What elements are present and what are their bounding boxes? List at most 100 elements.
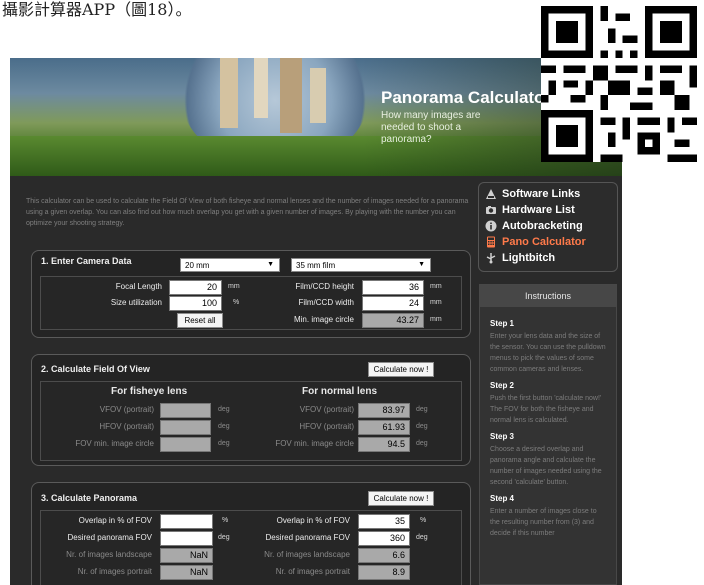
film-width-input[interactable]: 24 (362, 296, 424, 311)
software-icon (486, 189, 496, 199)
panorama-panel: 3. Calculate Panorama Calculate now ! Ov… (31, 482, 471, 585)
info-icon (485, 220, 497, 232)
fisheye-vfov-label: VFOV (portrait) (99, 405, 154, 414)
nav-item-label: Hardware List (502, 204, 575, 216)
fisheye-header: For fisheye lens (111, 386, 188, 397)
banner-building (254, 58, 268, 118)
right-portrait-label: Nr. of images portrait (275, 567, 350, 576)
left-pano-fov-input[interactable] (160, 531, 213, 546)
film-height-label: Film/CCD height (295, 282, 354, 291)
normal-hfov-output: 61.93 (358, 420, 410, 435)
right-overlap-label: Overlap in % of FOV (276, 516, 350, 525)
right-pano-fov-label: Desired panorama FOV (265, 533, 350, 542)
lens-select[interactable]: 20 mm ▼ (180, 258, 280, 272)
nav-item-software-links[interactable]: Software Links (485, 186, 611, 202)
film-select[interactable]: 35 mm film ▼ (291, 258, 431, 272)
right-pano-fov-input[interactable]: 360 (358, 531, 410, 546)
section-title: 1. Enter Camera Data (41, 256, 132, 266)
nav-item-label: Lightbitch (502, 252, 556, 264)
instructions-header: Instructions (480, 285, 616, 307)
normal-circle-output: 94.5 (358, 437, 410, 452)
side-nav: Software Links Hardware List Autobracket… (478, 182, 618, 272)
film-height-input[interactable]: 36 (362, 280, 424, 295)
film-width-label: Film/CCD width (298, 298, 354, 307)
normal-vfov-output: 83.97 (358, 403, 410, 418)
normal-circle-label: FOV min. image circle (275, 439, 354, 448)
step-title: Step 3 (490, 432, 515, 441)
left-landscape-label: Nr. of images landscape (66, 550, 152, 559)
focal-length-input[interactable]: 20 (169, 280, 222, 295)
fisheye-hfov-label: HFOV (portrait) (99, 422, 154, 431)
normal-vfov-label: VFOV (portrait) (299, 405, 354, 414)
banner-subtitle: How many images are needed to shoot a pa… (381, 110, 481, 145)
nav-item-pano-calculator[interactable]: Pano Calculator (485, 234, 611, 250)
nav-item-autobracketing[interactable]: Autobracketing (485, 218, 611, 234)
right-overlap-unit: % (420, 517, 427, 524)
fisheye-circle-output (160, 437, 211, 452)
fisheye-hfov-output (160, 420, 211, 435)
film-width-unit: mm (430, 299, 442, 306)
size-utilization-input[interactable]: 100 (169, 296, 222, 311)
field-of-view-panel: 2. Calculate Field Of View Calculate now… (31, 354, 471, 466)
step-title: Step 2 (490, 381, 515, 390)
nav-item-label: Software Links (502, 188, 581, 200)
focal-length-unit: mm (228, 283, 240, 290)
section-title: 2. Calculate Field Of View (41, 364, 150, 374)
left-pano-fov-label: Desired panorama FOV (67, 533, 152, 542)
normal-vfov-unit: deg (416, 406, 428, 413)
min-circle-label: Min. image circle (293, 315, 354, 324)
reset-all-button[interactable]: Reset all (177, 313, 223, 328)
calculator-page: Panorama Calculator How many images are … (10, 58, 622, 585)
min-circle-output: 43.27 (362, 313, 424, 328)
qr-code-image (541, 6, 697, 162)
fisheye-circle-unit: deg (218, 440, 230, 447)
film-select-value: 35 mm film (296, 261, 336, 270)
step-text: Choose a desired overlap and panorama an… (490, 446, 602, 486)
right-landscape-output: 6.6 (358, 548, 410, 563)
left-pano-fov-unit: deg (218, 534, 230, 541)
step-title: Step 1 (490, 319, 515, 328)
normal-hfov-label: HFOV (portrait) (299, 422, 354, 431)
nav-item-lightbitch[interactable]: Lightbitch (485, 250, 611, 266)
calculate-fov-button[interactable]: Calculate now ! (368, 362, 434, 377)
step-text: Enter a number of images close to the re… (490, 508, 597, 537)
left-portrait-output: NaN (160, 565, 213, 580)
step-text: Push the first button 'calculate now!' T… (490, 395, 602, 424)
lens-select-value: 20 mm (185, 261, 210, 270)
banner: Panorama Calculator How many images are … (10, 58, 622, 176)
size-utilization-unit: % (233, 299, 240, 306)
right-portrait-output: 8.9 (358, 565, 410, 580)
nav-item-hardware-list[interactable]: Hardware List (485, 202, 611, 218)
right-landscape-label: Nr. of images landscape (264, 550, 350, 559)
fisheye-hfov-unit: deg (218, 423, 230, 430)
film-height-unit: mm (430, 283, 442, 290)
fisheye-circle-label: FOV min. image circle (75, 439, 154, 448)
min-circle-unit: mm (430, 316, 442, 323)
chevron-down-icon: ▼ (267, 261, 274, 268)
light-icon (486, 253, 496, 264)
focal-length-label: Focal Length (115, 282, 162, 291)
banner-title: Panorama Calculator (381, 88, 552, 107)
banner-building (220, 58, 238, 128)
figure-caption: 攝影計算器APP（圖18）。 (2, 0, 192, 19)
intro-text: This calculator can be used to calculate… (26, 198, 469, 227)
normal-hfov-unit: deg (416, 423, 428, 430)
fisheye-vfov-output (160, 403, 211, 418)
right-overlap-input[interactable]: 35 (358, 514, 410, 529)
nav-item-label: Autobracketing (502, 220, 583, 232)
left-landscape-output: NaN (160, 548, 213, 563)
left-overlap-label: Overlap in % of FOV (78, 516, 152, 525)
left-overlap-unit: % (222, 517, 229, 524)
nav-item-label: Pano Calculator (502, 236, 586, 248)
size-utilization-label: Size utilization (110, 298, 162, 307)
banner-building (280, 58, 302, 133)
left-portrait-label: Nr. of images portrait (77, 567, 152, 576)
camera-data-panel: 1. Enter Camera Data 20 mm ▼ 35 mm film ▼ … (31, 250, 471, 338)
calculator-icon (487, 236, 495, 248)
step-text: Enter your lens data and the size of the… (490, 333, 606, 373)
chevron-down-icon: ▼ (418, 261, 425, 268)
left-overlap-input[interactable] (160, 514, 213, 529)
calculate-panorama-button[interactable]: Calculate now ! (368, 491, 434, 506)
normal-header: For normal lens (302, 386, 378, 397)
step-title: Step 4 (490, 494, 515, 503)
